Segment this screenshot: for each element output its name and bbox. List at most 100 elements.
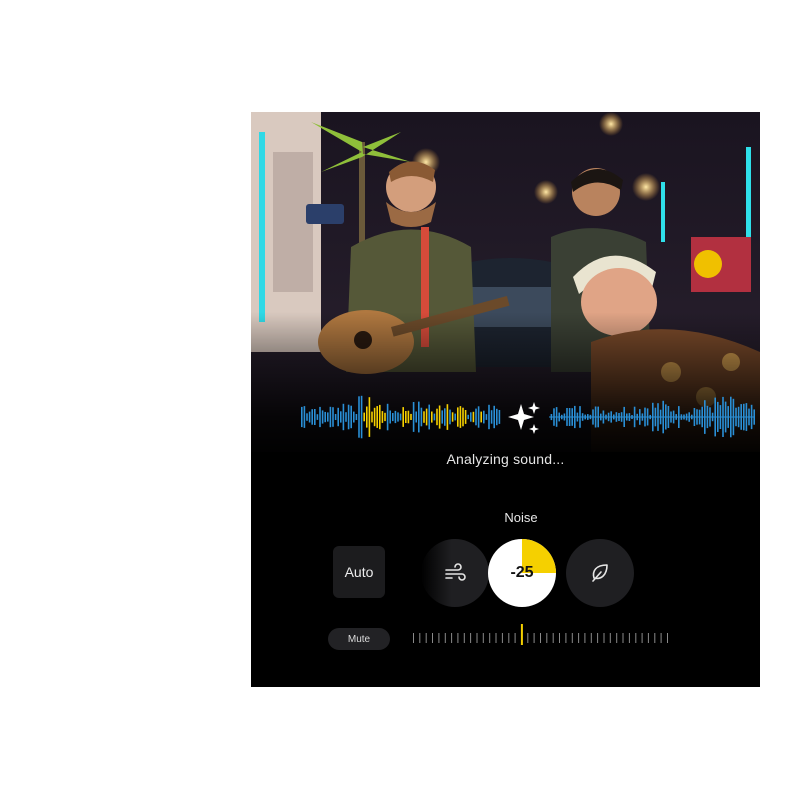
scale-tick (565, 633, 567, 643)
scale-tick (609, 633, 611, 643)
scale-tick (451, 633, 453, 643)
scale-tick (425, 633, 427, 643)
wind-icon (445, 563, 466, 581)
scale-tick (514, 633, 516, 643)
waveform-bar (316, 414, 319, 420)
waveform-bar (425, 408, 428, 426)
waveform-bar (329, 406, 332, 428)
waveform-bar (340, 411, 342, 423)
waveform-bar (371, 411, 373, 423)
waveform-bar (384, 412, 386, 422)
waveform-bar (446, 404, 449, 430)
scale-tick (654, 633, 656, 643)
scale-tick (444, 633, 446, 643)
waveform-bar (493, 405, 495, 429)
waveform-bar (496, 408, 498, 426)
waveform-bar (441, 410, 443, 424)
scale-tick (546, 633, 548, 643)
waveform-bar (306, 413, 308, 421)
auto-button[interactable]: Auto (333, 546, 385, 598)
nature-sound-button[interactable] (566, 539, 634, 607)
scale-tick (552, 633, 554, 643)
waveform-bar (472, 411, 475, 423)
waveform-bar (355, 414, 358, 420)
waveform-bar (368, 397, 371, 437)
mute-button[interactable]: Mute (328, 628, 390, 650)
waveform-bar (438, 405, 441, 429)
scale-tick (628, 633, 630, 643)
scale-tick (540, 633, 541, 643)
scale-tick (527, 633, 529, 643)
scale-tick (603, 633, 605, 643)
scale-tick (457, 633, 459, 643)
waveform-bar (449, 409, 451, 425)
waveform-bar (392, 413, 394, 422)
waveform-bar (303, 406, 306, 428)
waveform-bar (467, 414, 469, 420)
waveform-bar (444, 408, 446, 426)
analyzing-status: Analyzing sound... (446, 451, 565, 467)
waveform-bar (480, 411, 482, 423)
waveform-bar (345, 412, 347, 422)
scale-tick (647, 633, 649, 643)
scale-indicator (520, 624, 523, 645)
waveform-bar (324, 411, 326, 423)
waveform-bar (350, 405, 352, 429)
scale-tick (438, 633, 440, 643)
audio-eraser-screen: Analyzing sound... Noise Auto -25 Mute (251, 112, 760, 687)
scale-tick (667, 633, 668, 643)
waveform-bar (485, 414, 488, 420)
wind-noise-button[interactable] (421, 539, 489, 607)
waveform-bar (402, 407, 404, 427)
waveform-bar (415, 411, 417, 423)
waveform-bar (407, 410, 410, 424)
scale-tick (584, 633, 586, 643)
waveform-bar (420, 407, 423, 427)
scale-tick (559, 633, 560, 643)
waveform-bar (319, 406, 321, 428)
waveform-bar (433, 413, 436, 421)
waveform-bar (360, 395, 363, 439)
waveform-bar (308, 411, 311, 423)
waveform-bar (347, 404, 350, 430)
waveform-bar (342, 403, 345, 431)
waveform-bar (394, 410, 397, 424)
scale-tick (482, 633, 484, 643)
scale-tick (501, 633, 503, 643)
scale-tick (578, 633, 580, 643)
scale-tick (660, 633, 662, 643)
waveform-bar (332, 407, 334, 427)
waveform-bar (363, 412, 365, 422)
scale-tick (419, 633, 421, 643)
volume-scale-slider[interactable] (409, 624, 674, 654)
waveform-bar (428, 404, 430, 430)
scale-tick (641, 633, 643, 643)
scale-tick (616, 633, 618, 643)
waveform-bar (389, 410, 391, 424)
noise-section-title: Noise (504, 510, 538, 525)
waveform-bar (376, 406, 378, 428)
scale-tick (590, 633, 592, 643)
scale-tick (533, 633, 535, 643)
waveform-bar (311, 409, 313, 425)
scale-tick (489, 633, 491, 643)
sparkle-icon (508, 402, 540, 434)
waveform-bar (451, 412, 454, 422)
scale-tick (635, 633, 637, 643)
waveform-bar (373, 407, 376, 427)
waveform-bar (405, 411, 407, 423)
waveform-bar (358, 396, 360, 438)
waveform-bar (462, 407, 464, 427)
scale-tick (622, 633, 624, 643)
scale-tick (470, 633, 472, 643)
scale-tick (597, 633, 599, 643)
waveform-bar (314, 409, 316, 425)
waveform-bar (327, 412, 329, 422)
waveform-bar (475, 408, 477, 426)
waveform-bar (483, 410, 485, 424)
waveform-bar (436, 408, 438, 426)
noise-level-value: -25 (510, 564, 534, 581)
waveform-bar (386, 403, 389, 431)
waveform-bar (301, 406, 303, 428)
waveform-bar (366, 406, 368, 428)
